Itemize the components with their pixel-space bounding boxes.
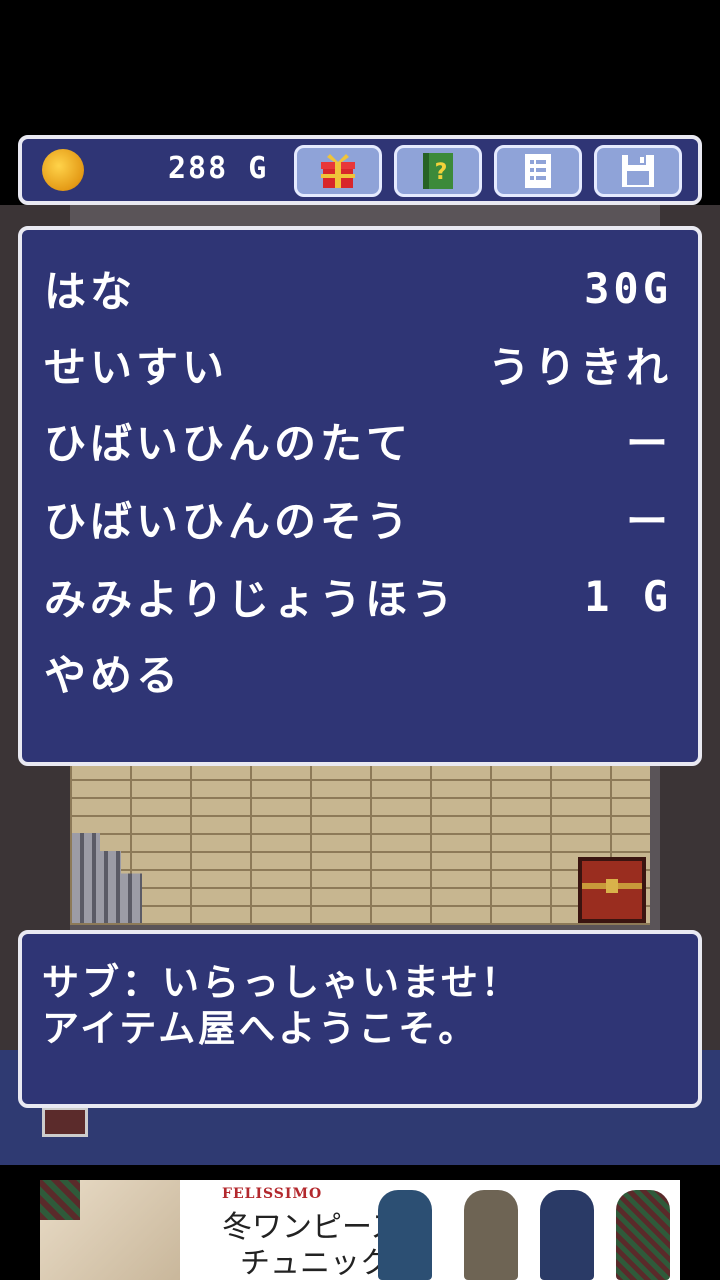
- ad-dress-image: [464, 1190, 518, 1280]
- menu-item-label: はな: [44, 266, 137, 316]
- ad-brand: FELISSIMO: [222, 1186, 323, 1202]
- menu-item-price: ー: [625, 496, 672, 546]
- dialog-window[interactable]: サブ：いらっしゃいませ！ アイテム屋へようこそ。: [18, 930, 702, 1108]
- menu-item-spear[interactable]: ひばいひんのそう ー: [44, 490, 672, 546]
- gift-icon: [321, 154, 355, 188]
- menu-item-label: ひばいひんのそう: [44, 496, 413, 546]
- menu-item-quit[interactable]: やめる: [44, 644, 672, 700]
- menu-item-info[interactable]: みみよりじょうほう 1 G: [44, 568, 672, 624]
- coin-icon: [42, 149, 84, 191]
- ad-dress-image: [616, 1190, 670, 1280]
- top-black-area: [0, 0, 720, 135]
- menu-item-label: せいすい: [44, 342, 229, 392]
- menu-item-flower[interactable]: はな 30G: [44, 260, 672, 316]
- ad-subheadline: チュニック: [240, 1246, 390, 1280]
- dialog-line-2: アイテム屋へようこそ。: [42, 1007, 479, 1050]
- gift-button[interactable]: [294, 145, 382, 197]
- menu-item-holy-water[interactable]: せいすい うりきれ: [44, 336, 672, 392]
- menu-item-price: ー: [625, 418, 672, 468]
- svg-text:?: ?: [435, 160, 448, 185]
- save-disk-icon: [622, 155, 654, 187]
- menu-item-price: 30G: [584, 263, 672, 313]
- ad-sweater-image: [40, 1180, 180, 1280]
- list-icon: [525, 154, 551, 188]
- small-object: [42, 1107, 88, 1137]
- save-button[interactable]: [594, 145, 682, 197]
- menu-item-shield[interactable]: ひばいひんのたて ー: [44, 412, 672, 468]
- menu-item-label: やめる: [44, 650, 183, 700]
- shop-menu-window: はな 30G せいすい うりきれ ひばいひんのたて ー ひばいひんのそう ー み…: [18, 226, 702, 766]
- brick-floor: [70, 765, 650, 925]
- hud-bar: 288 G ?: [18, 135, 702, 205]
- treasure-chest[interactable]: [578, 857, 646, 923]
- menu-item-label: ひばいひんのたて: [44, 418, 413, 468]
- menu-item-price: うりきれ: [487, 342, 672, 392]
- list-button[interactable]: [494, 145, 582, 197]
- menu-item-price: 1 G: [584, 571, 672, 621]
- ad-banner[interactable]: FELISSIMO 冬ワンピース チュニック: [40, 1180, 680, 1280]
- help-book-button[interactable]: ?: [394, 145, 482, 197]
- ad-dress-image: [540, 1190, 594, 1280]
- ad-dress-image: [378, 1190, 432, 1280]
- gold-amount: 288 G: [168, 151, 269, 186]
- menu-item-label: みみよりじょうほう: [44, 574, 458, 624]
- help-book-icon: ?: [423, 153, 453, 189]
